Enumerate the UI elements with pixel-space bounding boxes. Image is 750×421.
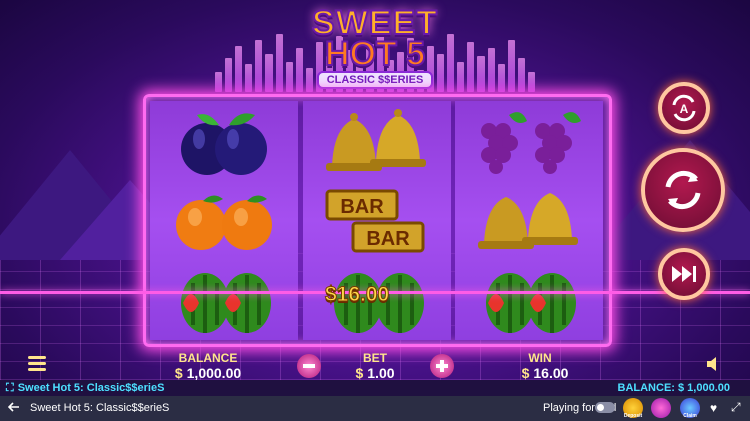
- svg-text:BAR: BAR: [340, 196, 384, 218]
- bottom-bar-title: Sweet Hot 5: Classic$$erieS: [30, 402, 170, 414]
- equalizer-bar: [235, 46, 243, 92]
- win-amount: 16.00: [533, 365, 569, 380]
- fullscreen-icon[interactable]: ⛶: [6, 382, 14, 394]
- equalizer-bar: [275, 34, 283, 92]
- promo-badge[interactable]: [651, 398, 671, 418]
- status-bar: ⛶ Sweet Hot 5: Classic$$erieS BALANCE: $ …: [0, 380, 750, 396]
- logo-line2: HOT 5: [324, 35, 426, 73]
- reel-1: [150, 101, 298, 340]
- autoplay-button[interactable]: A: [658, 82, 710, 134]
- equalizer-bar: [497, 64, 505, 92]
- fast-forward-icon: [672, 266, 696, 282]
- bet-decrease-button[interactable]: [297, 354, 321, 378]
- status-game-title: Sweet Hot 5: Classic$$erieS: [17, 382, 165, 394]
- equalizer-bar: [487, 48, 495, 92]
- sound-icon[interactable]: [705, 356, 721, 377]
- symbol-bell: [303, 103, 451, 181]
- equalizer-bar: [245, 64, 253, 92]
- claim-badge[interactable]: Claim: [680, 398, 700, 419]
- svg-text:BAR: BAR: [366, 228, 410, 250]
- equalizer-bar: [467, 42, 475, 92]
- bet-label: BET: [363, 351, 387, 365]
- equalizer-bar: [477, 56, 485, 92]
- menu-icon[interactable]: [28, 356, 46, 371]
- balance-value: $1,000.00: [160, 365, 256, 380]
- back-arrow-icon[interactable]: [7, 401, 20, 416]
- win-label: WIN: [528, 351, 552, 365]
- symbol-watermelon: [150, 261, 298, 339]
- win-amount-overlay: $16.00: [324, 283, 390, 307]
- playing-for-real-toggle[interactable]: [595, 402, 615, 413]
- symbol-orange: [150, 181, 298, 259]
- autoplay-icon: A: [672, 94, 696, 122]
- logo-line1: SWEET: [311, 4, 438, 42]
- claim-badge-label: Claim: [683, 413, 697, 419]
- equalizer-bar: [265, 54, 273, 92]
- bet-value: $1.00: [340, 365, 410, 380]
- game-logo: SWEET HOT 5 CLASSIC $$ERIES: [300, 4, 450, 89]
- symbol-plum: [150, 103, 298, 181]
- symbol-grapes: [455, 103, 603, 181]
- currency-symbol: $: [355, 365, 364, 380]
- equalizer-bar: [507, 40, 515, 92]
- svg-text:A: A: [680, 102, 689, 116]
- currency-symbol: $: [174, 365, 183, 380]
- minus-icon: [303, 364, 315, 368]
- reel-frame: BAR BAR: [143, 94, 612, 347]
- equalizer-bar: [225, 58, 233, 92]
- plus-icon: [436, 360, 448, 372]
- symbol-bar: BAR BAR: [303, 181, 451, 259]
- symbol-watermelon: [455, 261, 603, 339]
- equalizer-bar: [527, 72, 535, 92]
- game-stage: SWEET HOT 5 CLASSIC $$ERIES BAR BAR $16.…: [0, 0, 750, 380]
- expand-icon[interactable]: ⤢: [731, 400, 741, 415]
- status-balance: BALANCE: $ 1,000.00: [617, 382, 731, 394]
- heart-icon[interactable]: ♥: [710, 401, 717, 415]
- currency-symbol: $: [521, 365, 530, 380]
- bet-increase-button[interactable]: [430, 354, 454, 378]
- balance-label: BALANCE: [178, 351, 238, 365]
- equalizer-bar: [457, 62, 465, 92]
- equalizer-bar: [255, 40, 263, 92]
- equalizer-bar: [517, 58, 525, 92]
- bet-amount: 1.00: [367, 365, 395, 380]
- win-value: $16.00: [505, 365, 585, 380]
- equalizer-bar: [215, 72, 223, 92]
- equalizer-bar: [285, 62, 293, 92]
- balance-amount: 1,000.00: [186, 365, 242, 380]
- bottom-bar: Sweet Hot 5: Classic$$erieS Playing for …: [0, 396, 750, 421]
- hud: BALANCE $1,000.00 BET $1.00 WIN $16.00: [0, 345, 750, 380]
- spin-button[interactable]: [641, 148, 725, 232]
- deposit-badge[interactable]: Deposit: [623, 398, 643, 419]
- deposit-badge-label: Deposit: [623, 413, 643, 419]
- logo-tag: CLASSIC $$ERIES: [316, 71, 434, 89]
- turbo-button[interactable]: [658, 248, 710, 300]
- reel-3: [455, 101, 603, 340]
- status-game-name: ⛶ Sweet Hot 5: Classic$$erieS: [6, 382, 164, 395]
- symbol-bell: [455, 181, 603, 259]
- spin-icon: [665, 170, 701, 210]
